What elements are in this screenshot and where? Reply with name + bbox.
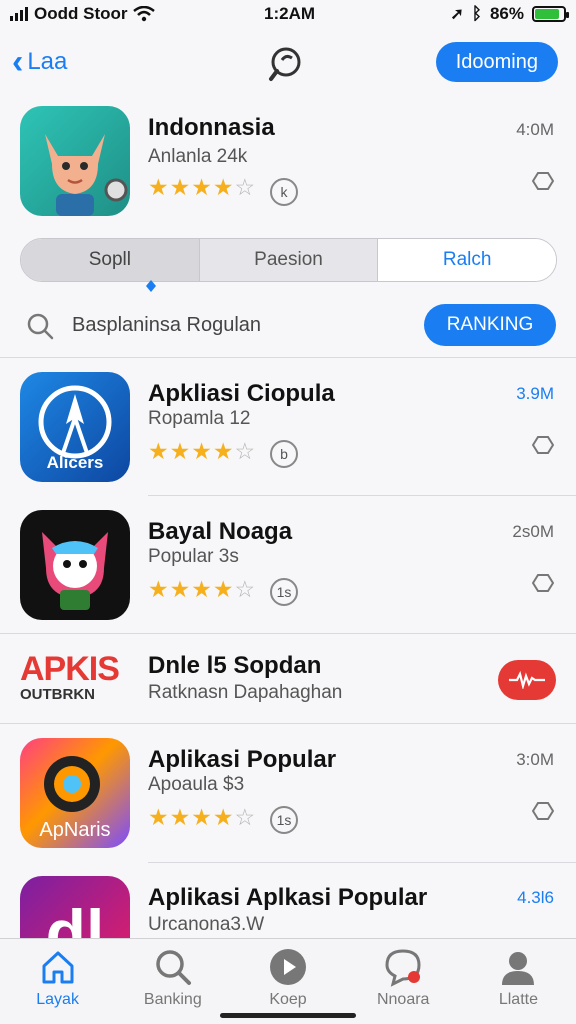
featured-app[interactable]: Indonnasia Anlanla 24k ★★★★☆ k 4:0M [0,106,576,218]
app-size: 4.3l6 [517,888,554,907]
divider [148,862,576,863]
app-title: Indonnasia [148,114,275,141]
tab-label: Koep [269,991,307,1008]
tab-llatte[interactable]: Llatte [461,939,576,1024]
share-icon[interactable] [532,800,554,822]
brand-logo-text: APKIS [20,650,120,688]
segment-ralch[interactable]: Ralch [378,239,556,281]
carrier-label: Oodd Stoor [34,4,128,23]
tab-koep[interactable]: Koep [230,939,345,1024]
location-icon: ➚ [450,6,464,23]
info-badge[interactable]: b [270,440,298,468]
app-title: Aplikasi Aplkasi Popular [148,884,428,911]
indicator-icon [146,280,156,292]
brand-logo: APKIS OUTBRKN [20,652,132,703]
segmented-control: Sopll Paesion Ralch [20,238,557,282]
status-bar: Oodd Stoor 1:2AM ➚ ᛒ 86% [0,0,576,28]
info-badge[interactable]: 1s [270,578,298,606]
chat-icon [385,949,421,987]
app-title: Dnle l5 Sopdan [148,652,322,679]
app-icon: ApNaris [20,738,130,848]
divider [148,495,576,496]
list-item[interactable]: ApNaris Aplikasi Popular Apoaula $3 ★★★★… [0,738,576,850]
app-subtitle: Ratknasn Dapahaghan [148,682,343,703]
person-icon [502,952,535,985]
list-item[interactable]: Alicers Apkliasi Ciopula Ropamla 12 ★★★★… [0,372,576,484]
share-icon[interactable] [532,434,554,456]
app-size: 4:0M [516,120,554,139]
ranking-button[interactable]: RANKING [424,304,556,346]
app-size: 3.9M [516,384,554,403]
info-badge[interactable]: 1s [270,806,298,834]
tab-label: Banking [143,991,202,1008]
app-icon [20,106,130,216]
icon-label: Alicers [47,453,104,472]
icon-label: dl [46,896,105,938]
app-icon: dl [20,876,130,938]
divider [0,357,576,358]
tab-bar: Layak Banking Koep Nnoara Llatte [0,938,576,1024]
home-icon [42,951,74,984]
tab-label: Nnoara [376,991,430,1008]
chevron-left-icon: ‹ [12,43,24,81]
app-subtitle: Ropamla 12 [148,408,251,429]
clock: 1:2AM [264,4,316,23]
signal-icon [10,7,28,21]
app-subtitle: Urcanona3.W [148,914,265,935]
search-row: Basplaninsa Rogulan RANKING [0,302,576,350]
list-item[interactable]: Bayal Noaga Popular 3s ★★★★☆ 1s 2s0M [0,510,576,622]
app-title: Apkliasi Ciopula [148,380,335,407]
share-icon[interactable] [532,170,554,192]
share-icon[interactable] [532,572,554,594]
tab-label: Layak [36,991,79,1008]
waveform-icon [509,671,545,689]
divider [0,633,576,634]
back-button[interactable]: ‹ Laa [12,43,68,81]
app-subtitle: Anlanla 24k [148,146,248,167]
app-size: 2s0M [512,522,554,541]
tab-layak[interactable]: Layak [0,939,115,1024]
audio-button[interactable] [498,660,556,700]
app-size: 3:0M [516,750,554,769]
divider [0,723,576,724]
list-item[interactable]: APKIS OUTBRKN Dnle l5 Sopdan Ratknasn Da… [0,648,576,712]
search-input[interactable]: Basplaninsa Rogulan [72,314,261,337]
search-icon [156,950,191,985]
app-icon [20,510,130,620]
app-title: Aplikasi Popular [148,746,337,773]
nav-bar: ‹ Laa Idooming [0,36,576,92]
wifi-icon [133,6,156,22]
star-rating: ★★★★☆ [148,174,257,200]
app-icon: Alicers [20,372,130,482]
list-item[interactable]: dl Aplikasi Aplkasi Popular Urcanona3.W … [0,876,576,938]
icon-label: ApNaris [39,819,110,841]
segment-paesion[interactable]: Paesion [198,239,379,281]
star-rating: ★★★★☆ [148,804,257,830]
home-indicator [220,1013,356,1018]
app-subtitle: Apoaula $3 [148,774,245,795]
info-badge[interactable]: k [270,178,298,206]
app-title: Bayal Noaga [148,518,293,545]
battery-icon [532,6,569,22]
star-rating: ★★★★☆ [148,576,257,602]
tab-banking[interactable]: Banking [115,939,230,1024]
segment-sopll[interactable]: Sopll [21,239,199,281]
search-icon[interactable] [266,44,306,84]
brand-logo-sub: OUTBRKN [20,686,95,703]
search-icon[interactable] [26,312,54,340]
battery-percent: 86% [489,4,524,23]
back-label: Laa [27,48,68,75]
star-rating: ★★★★☆ [148,438,257,464]
incoming-button[interactable]: Idooming [435,42,558,82]
tab-label: Llatte [498,991,538,1008]
bluetooth-icon: ᛒ [471,4,482,23]
tab-nnoara[interactable]: Nnoara [346,939,461,1024]
app-subtitle: Popular 3s [148,546,239,567]
play-icon [270,949,306,985]
